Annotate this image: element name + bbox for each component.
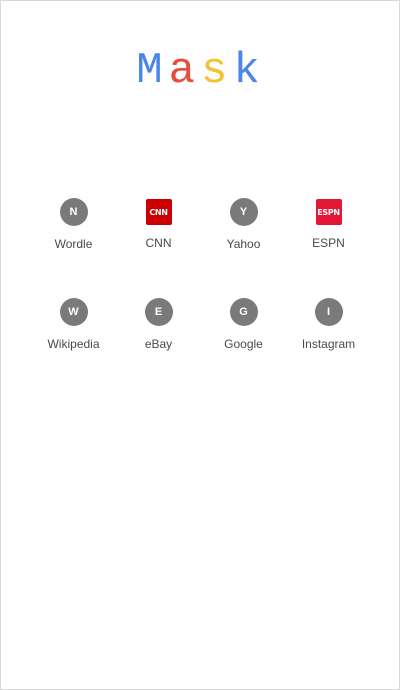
shortcut-wordle[interactable]: N Wordle (31, 197, 116, 297)
logo-letter: s (201, 46, 234, 96)
shortcut-yahoo[interactable]: Y Yahoo (201, 197, 286, 297)
shortcut-label: ESPN (312, 236, 345, 250)
shortcut-label: eBay (144, 337, 173, 351)
shortcut-wikipedia[interactable]: W Wikipedia (31, 297, 116, 397)
shortcut-label: Instagram (301, 337, 356, 351)
shortcut-cnn[interactable]: CNN CNN (116, 197, 201, 297)
shortcut-label: Yahoo (226, 237, 261, 251)
shortcut-espn[interactable]: ESPN ESPN (286, 197, 371, 297)
shortcut-instagram[interactable]: I Instagram (286, 297, 371, 397)
shortcut-label: Wikipedia (47, 337, 100, 351)
logo-letter: a (168, 46, 201, 96)
browser-page: Mask N Wordle CNN CNN Y Yahoo ESPN ESPN … (0, 0, 400, 690)
shortcut-label: Wordle (54, 237, 93, 251)
shortcut-ebay[interactable]: E eBay (116, 297, 201, 397)
shortcut-google[interactable]: G Google (201, 297, 286, 397)
yahoo-letter-icon: Y (229, 198, 258, 226)
logo-letter: M (136, 46, 169, 96)
instagram-letter-icon: I (314, 298, 343, 326)
shortcut-label: Google (224, 337, 263, 351)
ebay-letter-icon: E (144, 298, 173, 326)
espn-logo-icon: ESPN (315, 199, 342, 225)
wordle-letter-icon: N (59, 198, 88, 226)
mask-logo: Mask (1, 47, 400, 95)
cnn-logo-icon: CNN (145, 199, 172, 225)
shortcut-label: CNN (145, 236, 172, 250)
shortcut-grid: N Wordle CNN CNN Y Yahoo ESPN ESPN W Wik… (31, 197, 371, 397)
logo-letter: k (233, 46, 266, 96)
wikipedia-letter-icon: W (59, 298, 88, 326)
google-letter-icon: G (229, 298, 258, 326)
